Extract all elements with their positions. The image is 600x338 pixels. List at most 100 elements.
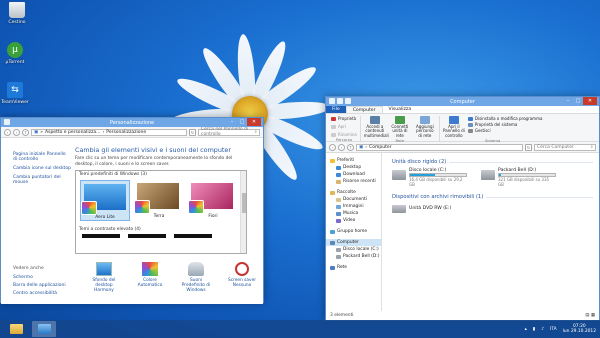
system-tray: ▴ ▮ ♪ ITA 07:20 lun 29.10.2012 — [525, 321, 596, 337]
drive-usage-fill — [410, 174, 435, 176]
back-button[interactable]: ‹ — [329, 143, 336, 151]
search-icon: ⌕ — [590, 144, 593, 150]
nav-item-favorites[interactable]: Preferiti — [326, 157, 381, 164]
drive-d[interactable]: Packard Bell (D:) 321 GB disponibili su … — [481, 168, 556, 187]
nav-item-homegroup[interactable]: Gruppo home — [326, 228, 381, 235]
desktop-background-link[interactable]: Sfondo del desktop Harmony — [87, 262, 121, 293]
maximize-button[interactable]: □ — [573, 97, 583, 105]
theme-label: Terra — [153, 214, 165, 219]
close-button[interactable]: ✕ — [247, 118, 261, 126]
breadcrumb-item[interactable]: Computer — [369, 145, 391, 150]
tab-file[interactable]: File — [326, 106, 346, 113]
personalization-window: Personalizzazione – □ ✕ ‹ › ↑ ▣ » Aspett… — [0, 117, 264, 304]
removable-devices-group[interactable]: Dispositivi con archivi rimovibili (1) — [392, 194, 593, 200]
title-bar[interactable]: Personalizzazione – □ ✕ — [1, 118, 263, 127]
nav-item-drive-c[interactable]: Disco locale (C:) — [326, 246, 381, 253]
tray-arrow-icon[interactable]: ▴ — [525, 327, 527, 332]
screen-saver-link[interactable]: Screen saver Nessuno — [225, 262, 259, 293]
sounds-icon — [188, 262, 204, 276]
map-network-drive-button[interactable]: Connetti unità di rete — [389, 116, 411, 138]
nav-item-recent[interactable]: Risorse recenti — [326, 178, 381, 185]
close-button[interactable]: ✕ — [583, 97, 597, 105]
drive-free-space: 16,4 GB disponibili su 29,2 GB — [409, 177, 463, 187]
tab-computer[interactable]: Computer — [345, 106, 383, 113]
open-button[interactable]: Apri — [331, 124, 357, 129]
volume-icon[interactable]: ♪ — [541, 327, 544, 332]
clock[interactable]: 07:20 lun 29.10.2012 — [563, 324, 596, 335]
view-toggle-icons[interactable]: ▤ ▦ — [585, 313, 595, 318]
nav-item-download[interactable]: Download — [326, 171, 381, 178]
drive-c[interactable]: Disco locale (C:) 16,4 GB disponibili su… — [392, 168, 467, 187]
scrollbar-thumb[interactable] — [242, 193, 246, 213]
breadcrumb-item[interactable]: Aspetto e personalizza... — [45, 130, 100, 135]
see-also-display[interactable]: Schermo — [13, 275, 66, 280]
sidebar-link-control-panel-home[interactable]: Pagina iniziale Pannello di controllo — [13, 152, 71, 162]
refresh-button[interactable]: ↻ — [525, 143, 532, 151]
open-control-panel-button[interactable]: Apri il Pannello di controllo — [443, 116, 465, 138]
refresh-button[interactable]: ↻ — [189, 128, 196, 136]
search-input[interactable]: Cerca Computer ⌕ — [534, 143, 596, 151]
nav-item-computer[interactable]: Computer — [326, 239, 381, 246]
title-bar[interactable]: Computer – □ ✕ — [326, 97, 599, 106]
sounds-link[interactable]: Suoni Predefinito di Windows — [179, 262, 213, 293]
themes-scrollbar[interactable] — [240, 171, 246, 253]
back-button[interactable]: ‹ — [4, 128, 11, 136]
high-contrast-theme[interactable] — [128, 234, 166, 238]
see-also-taskbar[interactable]: Barra delle applicazioni — [13, 283, 66, 288]
see-also-accessibility[interactable]: Centro accessibilità — [13, 291, 66, 296]
up-button[interactable]: ↑ — [347, 143, 354, 151]
screen-saver-icon — [235, 262, 249, 276]
taskbar-file-explorer-button[interactable] — [4, 321, 28, 337]
nav-item-network[interactable]: Rete — [326, 264, 381, 271]
system-properties-button[interactable]: Proprietà del sistema — [467, 122, 543, 127]
desktop-icon-utorrent[interactable]: µ µTorrent — [0, 42, 30, 65]
documents-icon — [336, 197, 341, 202]
nav-item-libraries[interactable]: Raccolte — [326, 189, 381, 196]
desktop-icon-teamviewer[interactable]: ⇆ TeamViewer — [0, 82, 30, 105]
minimize-button[interactable]: – — [563, 97, 573, 105]
network-status-icon[interactable]: ▮ — [533, 327, 535, 332]
high-contrast-theme[interactable] — [82, 234, 120, 238]
sidebar-link-desktop-icons[interactable]: Cambia icone sul desktop — [13, 166, 75, 171]
palette-icon — [188, 200, 204, 214]
forward-button[interactable]: › — [338, 143, 345, 151]
up-button[interactable]: ↑ — [22, 128, 29, 136]
uninstall-program-button[interactable]: Disinstalla o modifica programma — [467, 116, 542, 121]
color-link[interactable]: Colore Automatico — [133, 262, 167, 293]
minimize-button[interactable]: – — [227, 118, 237, 126]
sidebar-link-mouse-pointers[interactable]: Cambia puntatori del mouse — [13, 175, 75, 185]
theme-fiori[interactable]: Fiori — [188, 180, 238, 221]
color-icon — [142, 262, 158, 276]
quick-access-new-folder-icon[interactable] — [345, 98, 351, 104]
properties-button[interactable]: Proprietà — [331, 116, 357, 121]
nav-item-pictures[interactable]: Immagini — [326, 203, 381, 210]
theme-terra[interactable]: Terra — [134, 180, 184, 221]
maximize-button[interactable]: □ — [237, 118, 247, 126]
open-icon — [331, 124, 336, 129]
quick-access-properties-icon[interactable] — [337, 98, 343, 104]
nav-item-music[interactable]: Musica — [326, 210, 381, 217]
breadcrumb-item[interactable]: Personalizzazione — [106, 130, 146, 135]
address-bar[interactable]: ▣ › Computer — [356, 143, 523, 151]
ribbon-group-label: Sistema — [485, 138, 501, 144]
nav-item-desktop[interactable]: Desktop — [326, 164, 381, 171]
access-media-button[interactable]: Accedi a contenuti multimediali — [364, 116, 389, 138]
add-network-location-button[interactable]: Aggiungi percorso di rete — [414, 116, 436, 138]
language-indicator[interactable]: ITA — [550, 327, 557, 332]
nav-item-documents[interactable]: Documenti — [326, 196, 381, 203]
control-panel-icon — [448, 116, 459, 124]
desktop-icon-recycle-bin[interactable]: Cestino — [2, 2, 32, 25]
drive-e-dvd[interactable]: Unità DVD RW (E:) — [392, 203, 593, 213]
hard-disks-group[interactable]: Unità disco rigido (2) — [392, 159, 593, 165]
system-properties-icon — [467, 122, 473, 127]
nav-item-video[interactable]: Video — [326, 217, 381, 224]
forward-button[interactable]: › — [13, 128, 20, 136]
nav-item-drive-d[interactable]: Packard Bell (D:) — [326, 253, 381, 260]
address-bar[interactable]: ▣ » Aspetto e personalizza... › Personal… — [31, 128, 187, 136]
tab-view[interactable]: Visualizza — [383, 106, 418, 113]
high-contrast-theme[interactable] — [174, 234, 212, 238]
theme-aero-lite[interactable]: Aero Lite — [80, 180, 130, 221]
manage-button[interactable]: Gestisci — [467, 128, 543, 133]
search-input[interactable]: Cerca nel Pannello di controllo ⌕ — [198, 127, 260, 137]
taskbar-control-panel-button[interactable] — [32, 321, 56, 337]
